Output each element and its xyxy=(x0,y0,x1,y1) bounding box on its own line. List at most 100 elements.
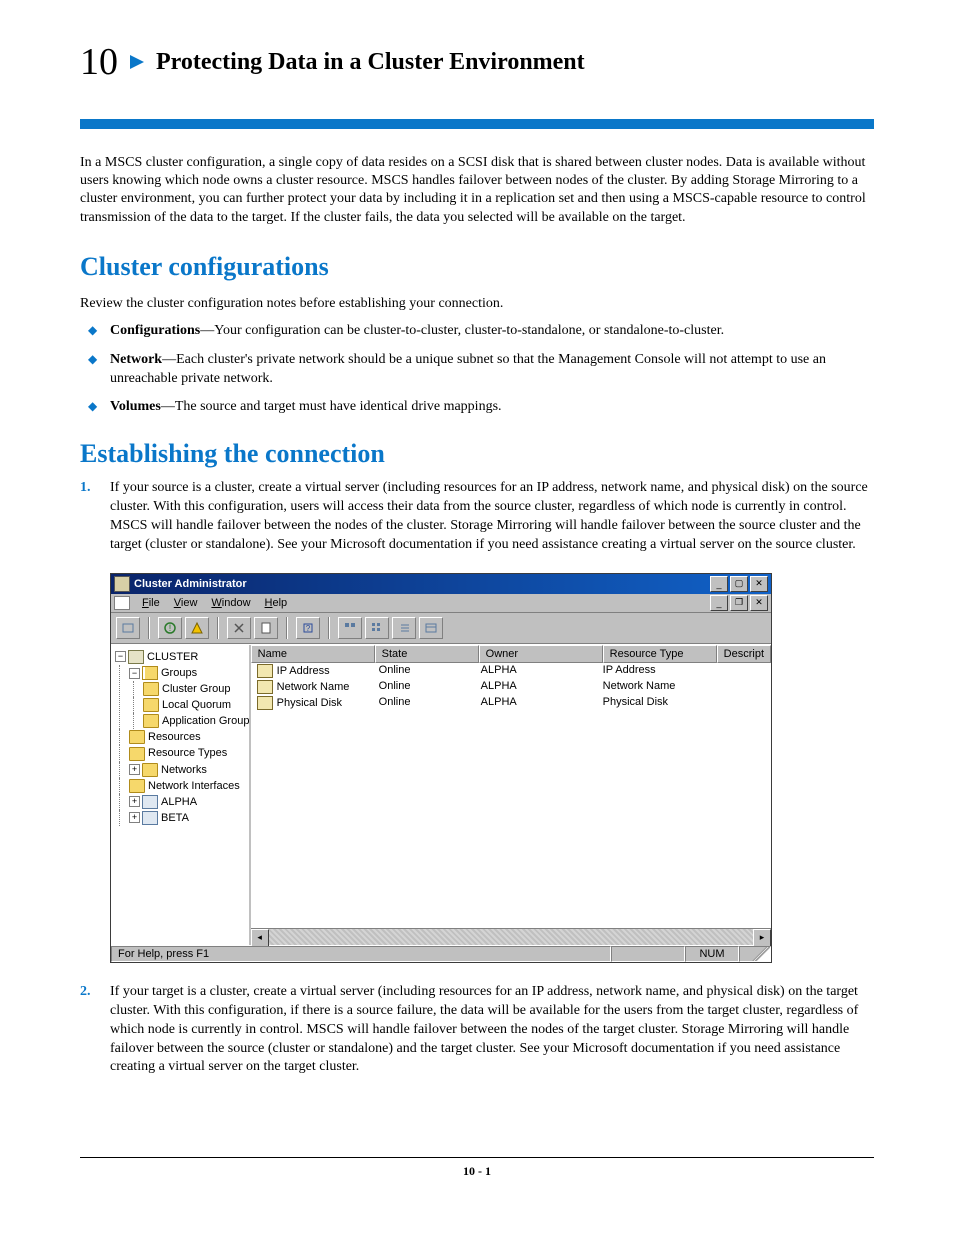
tree-expand-icon[interactable]: + xyxy=(129,812,140,823)
step-text: If your target is a cluster, create a vi… xyxy=(110,983,874,1077)
horizontal-scrollbar[interactable]: ◂ ▸ xyxy=(251,928,771,945)
cell-state: Online xyxy=(373,664,475,678)
toolbar-separator xyxy=(286,617,288,639)
tree-root[interactable]: −CLUSTER −Groups Cluster Group Local Quo… xyxy=(115,649,247,826)
menu-window[interactable]: Window xyxy=(205,596,256,610)
mdi-restore-button[interactable]: ❐ xyxy=(730,595,748,611)
toolbar-separator xyxy=(148,617,150,639)
close-button[interactable]: ✕ xyxy=(750,576,768,592)
chapter-arrow-icon xyxy=(128,53,146,71)
col-state[interactable]: State xyxy=(375,645,479,663)
toolbar-view-list-icon[interactable] xyxy=(392,617,416,639)
tree-expand-icon[interactable]: + xyxy=(129,796,140,807)
step-number: 2. xyxy=(80,983,98,1077)
folder-icon xyxy=(143,682,159,696)
bullet-term: Volumes xyxy=(110,399,161,414)
cell-rtype: IP Address xyxy=(597,664,709,678)
toolbar-btn-1[interactable] xyxy=(116,617,140,639)
section1-lead: Review the cluster configuration notes b… xyxy=(80,296,874,312)
scroll-left-button[interactable]: ◂ xyxy=(251,929,269,947)
status-numlock: NUM xyxy=(685,946,739,962)
list-row[interactable]: IP Address Online ALPHA IP Address xyxy=(251,663,771,679)
tree-collapse-icon[interactable]: − xyxy=(115,651,126,662)
toolbar-btn-refresh[interactable]: ? xyxy=(296,617,320,639)
toolbar-separator xyxy=(328,617,330,639)
tree-groups[interactable]: −Groups Cluster Group Local Quorum Appli… xyxy=(129,665,247,729)
step-1: 1. If your source is a cluster, create a… xyxy=(80,479,874,555)
node-icon xyxy=(142,811,158,825)
client-area: −CLUSTER −Groups Cluster Group Local Quo… xyxy=(111,644,771,945)
scroll-track[interactable] xyxy=(269,929,753,945)
mdi-icon[interactable] xyxy=(114,596,130,610)
toolbar-btn-2[interactable]: ! xyxy=(158,617,182,639)
folder-icon xyxy=(143,698,159,712)
tree-networks[interactable]: +Networks xyxy=(129,762,247,778)
toolbar-view-large-icon[interactable] xyxy=(338,617,362,639)
tree-network-interfaces[interactable]: Network Interfaces xyxy=(129,778,247,794)
mdi-close-button[interactable]: ✕ xyxy=(750,595,768,611)
page: 10 Protecting Data in a Cluster Environm… xyxy=(0,0,954,1209)
bullet-term: Configurations xyxy=(110,323,200,338)
status-empty xyxy=(611,946,685,962)
tree-cluster-group[interactable]: Cluster Group xyxy=(143,681,247,697)
col-description[interactable]: Descript xyxy=(717,645,771,663)
resource-icon xyxy=(257,696,273,710)
bullet-text: —Your configuration can be cluster-to-cl… xyxy=(200,323,724,338)
tree-resources[interactable]: Resources xyxy=(129,729,247,745)
cell-rtype: Network Name xyxy=(597,680,709,694)
section2-steps: 1. If your source is a cluster, create a… xyxy=(80,479,874,555)
toolbar-btn-delete[interactable] xyxy=(227,617,251,639)
bullet-configurations: Configurations—Your configuration can be… xyxy=(88,322,874,341)
menu-view[interactable]: View xyxy=(168,596,204,610)
step-text: If your source is a cluster, create a vi… xyxy=(110,479,874,555)
header-divider xyxy=(80,119,874,129)
menu-help[interactable]: Help xyxy=(259,596,294,610)
toolbar-view-small-icon[interactable] xyxy=(365,617,389,639)
resource-icon xyxy=(257,680,273,694)
toolbar-btn-3[interactable] xyxy=(185,617,209,639)
window: Cluster Administrator _ ▢ ✕ File View Wi… xyxy=(110,573,772,963)
minimize-button[interactable]: _ xyxy=(710,576,728,592)
tree-resource-types[interactable]: Resource Types xyxy=(129,745,247,761)
page-footer: 10 - 1 xyxy=(80,1157,874,1179)
svg-text:!: ! xyxy=(169,623,172,633)
toolbar-btn-properties[interactable] xyxy=(254,617,278,639)
chapter-number: 10 xyxy=(80,40,118,84)
tree-pane[interactable]: −CLUSTER −Groups Cluster Group Local Quo… xyxy=(111,645,251,945)
resize-grip-icon[interactable] xyxy=(739,946,771,962)
menu-file[interactable]: File xyxy=(136,596,166,610)
bullet-text: —The source and target must have identic… xyxy=(161,399,502,414)
titlebar[interactable]: Cluster Administrator _ ▢ ✕ xyxy=(111,574,771,594)
folder-open-icon xyxy=(142,666,158,680)
tree-local-quorum[interactable]: Local Quorum xyxy=(143,697,247,713)
col-name[interactable]: Name xyxy=(251,645,375,663)
tree-collapse-icon[interactable]: − xyxy=(129,668,140,679)
cell-rtype: Physical Disk xyxy=(597,696,709,710)
section-cluster-configurations-title: Cluster configurations xyxy=(80,252,874,282)
mdi-minimize-button[interactable]: _ xyxy=(710,595,728,611)
tree-node-alpha[interactable]: +ALPHA xyxy=(129,794,247,810)
cell-name: IP Address xyxy=(277,665,330,677)
node-icon xyxy=(142,795,158,809)
cell-owner: ALPHA xyxy=(475,680,597,694)
toolbar: ! ? xyxy=(111,613,771,644)
window-title: Cluster Administrator xyxy=(134,578,706,590)
resource-icon xyxy=(257,664,273,678)
chapter-header: 10 Protecting Data in a Cluster Environm… xyxy=(80,40,874,84)
tree-application-group[interactable]: Application Group xyxy=(143,713,247,729)
list-row[interactable]: Physical Disk Online ALPHA Physical Disk xyxy=(251,695,771,711)
step-2: 2. If your target is a cluster, create a… xyxy=(80,983,874,1077)
folder-icon xyxy=(129,779,145,793)
toolbar-view-details-icon[interactable] xyxy=(419,617,443,639)
list-body[interactable]: IP Address Online ALPHA IP Address Netwo… xyxy=(251,663,771,928)
section-establishing-connection-title: Establishing the connection xyxy=(80,439,874,469)
col-owner[interactable]: Owner xyxy=(479,645,603,663)
cell-owner: ALPHA xyxy=(475,664,597,678)
tree-node-beta[interactable]: +BETA xyxy=(129,810,247,826)
cell-desc xyxy=(709,680,771,694)
tree-expand-icon[interactable]: + xyxy=(129,764,140,775)
col-resource-type[interactable]: Resource Type xyxy=(603,645,717,663)
list-row[interactable]: Network Name Online ALPHA Network Name xyxy=(251,679,771,695)
scroll-right-button[interactable]: ▸ xyxy=(753,929,771,947)
maximize-button[interactable]: ▢ xyxy=(730,576,748,592)
